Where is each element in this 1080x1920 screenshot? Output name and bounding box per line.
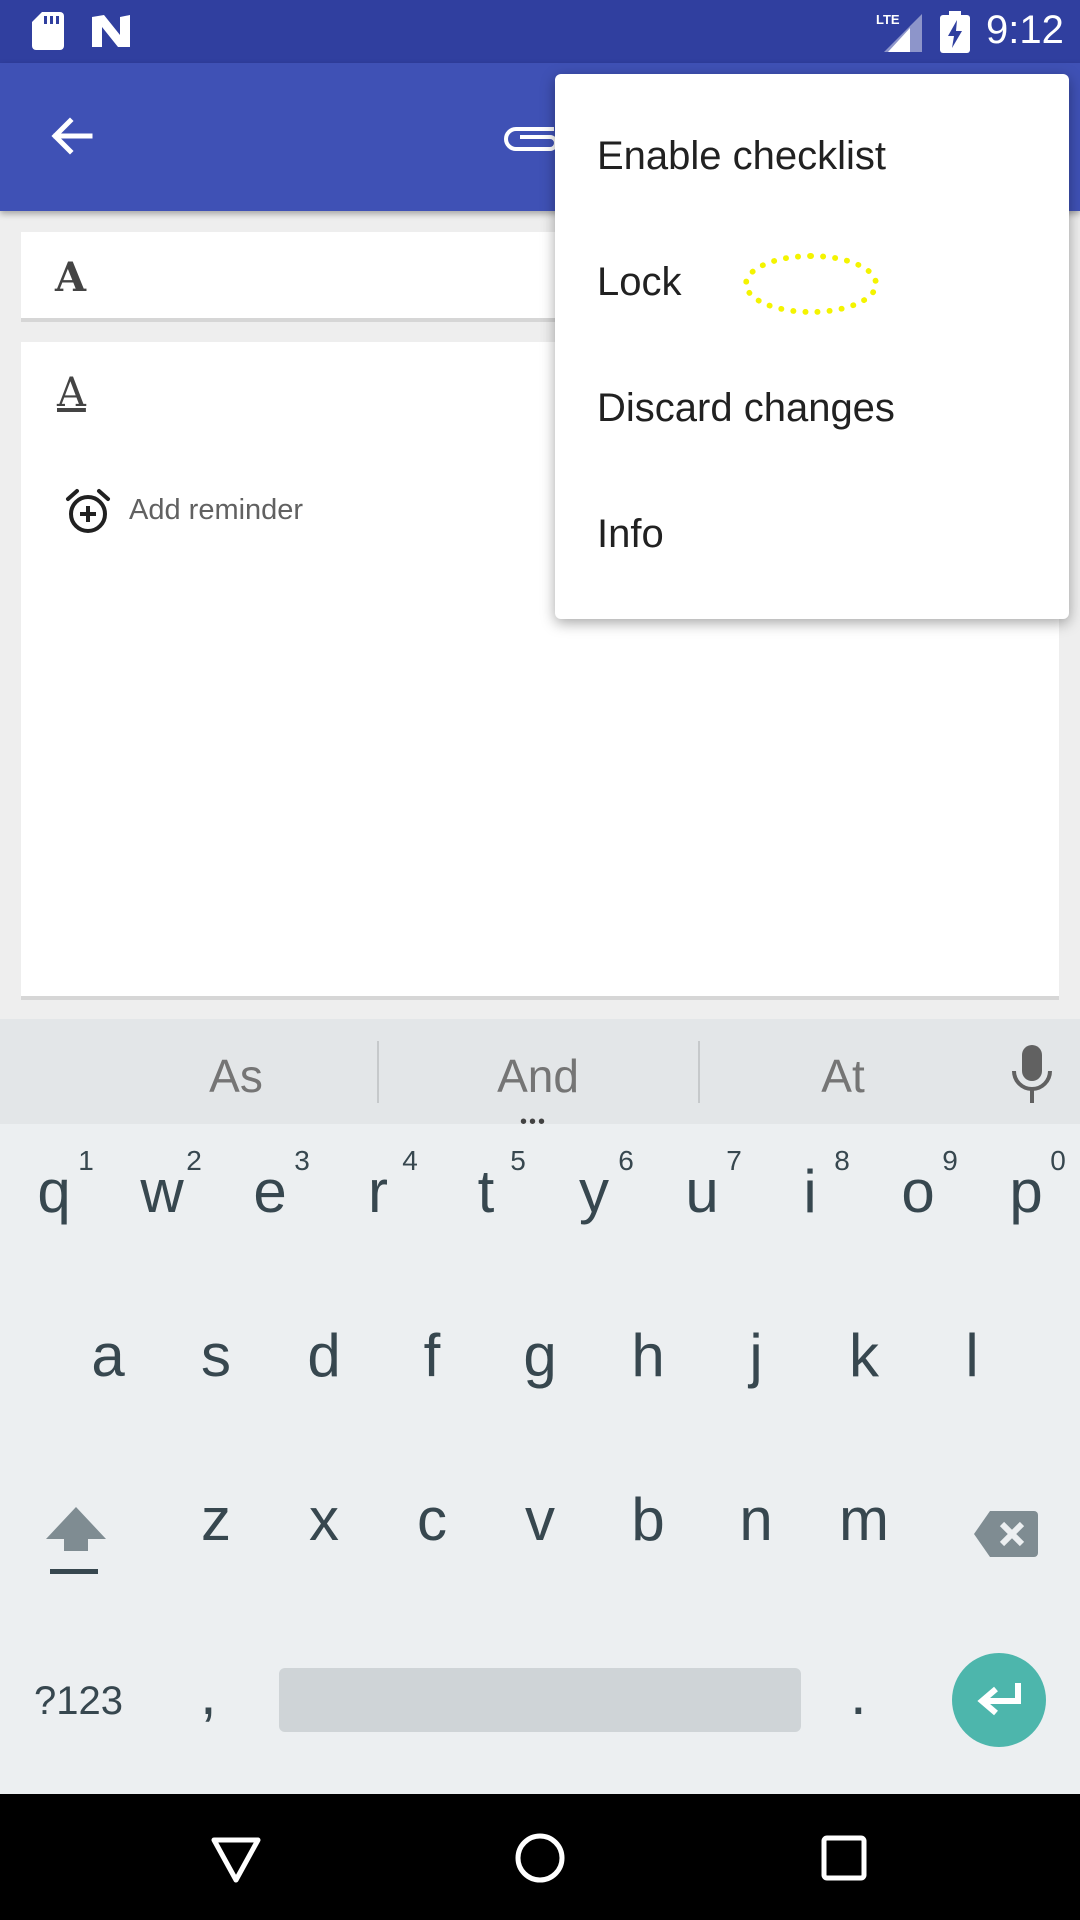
backspace-icon[interactable] [972, 1509, 1038, 1559]
menu-item-enable-checklist[interactable]: Enable checklist [597, 134, 886, 179]
suggestion-divider [377, 1041, 379, 1103]
suggestion-2[interactable]: And [438, 1049, 638, 1103]
key-hint-6: 6 [618, 1145, 634, 1176]
key-x[interactable]: x [270, 1485, 378, 1554]
key-g[interactable]: g [486, 1321, 594, 1390]
microphone-icon[interactable] [1010, 1045, 1054, 1103]
key-hint-1: 1 [78, 1145, 94, 1176]
add-reminder-label[interactable]: Add reminder [129, 494, 303, 527]
period-key[interactable]: . [850, 1659, 867, 1728]
key-v[interactable]: v [486, 1485, 594, 1554]
overflow-menu: Enable checklist Lock Discard changes In… [555, 74, 1069, 619]
key-hint-3: 3 [294, 1145, 310, 1176]
status-bar: LTE 9:12 [0, 0, 1080, 63]
n-logo-icon [92, 15, 130, 47]
key-s[interactable]: s [162, 1321, 270, 1390]
key-j[interactable]: j [702, 1321, 810, 1390]
suggestion-strip: As And At ••• [0, 1019, 1080, 1133]
suggestion-divider [698, 1041, 700, 1103]
enter-key[interactable] [952, 1653, 1046, 1747]
menu-item-lock[interactable]: Lock [597, 260, 682, 305]
key-hint-9: 9 [942, 1145, 958, 1176]
clock: 9:12 [986, 8, 1064, 52]
key-hint-7: 7 [726, 1145, 742, 1176]
key-a[interactable]: a [54, 1321, 162, 1390]
soft-keyboard: As And At ••• q1w2e3r4t5y6u7i8o9p0 asdfg… [0, 1019, 1080, 1794]
key-hint-5: 5 [510, 1145, 526, 1176]
symbols-key[interactable]: ?123 [34, 1679, 123, 1724]
enter-arrow-icon [977, 1683, 1021, 1716]
home-nav-icon[interactable] [512, 1830, 568, 1886]
navigation-bar [0, 1794, 1080, 1920]
key-k[interactable]: k [810, 1321, 918, 1390]
key-b[interactable]: b [594, 1485, 702, 1554]
highlight-marker [743, 253, 879, 315]
menu-item-discard-changes[interactable]: Discard changes [597, 386, 895, 431]
recents-nav-icon[interactable] [816, 1830, 872, 1886]
key-hint-8: 8 [834, 1145, 850, 1176]
space-bar[interactable] [279, 1668, 801, 1732]
battery-charging-icon [940, 11, 970, 53]
note-title[interactable]: A [55, 254, 86, 301]
svg-text:LTE: LTE [876, 12, 900, 27]
key-c[interactable]: c [378, 1485, 486, 1554]
suggestion-3[interactable]: At [743, 1049, 943, 1103]
key-h[interactable]: h [594, 1321, 702, 1390]
shift-icon[interactable] [40, 1499, 112, 1579]
note-content[interactable]: A [57, 370, 86, 416]
key-f[interactable]: f [378, 1321, 486, 1390]
attachment-icon[interactable] [500, 115, 560, 155]
key-hint-0: 0 [1050, 1145, 1066, 1176]
key-hint-2: 2 [186, 1145, 202, 1176]
key-m[interactable]: m [810, 1485, 918, 1554]
key-hint-4: 4 [402, 1145, 418, 1176]
key-d[interactable]: d [270, 1321, 378, 1390]
key-n[interactable]: n [702, 1485, 810, 1554]
add-alarm-icon[interactable] [64, 487, 112, 535]
back-nav-icon[interactable] [208, 1830, 264, 1886]
more-suggestions-icon[interactable]: ••• [520, 1111, 547, 1134]
menu-item-info[interactable]: Info [597, 512, 664, 557]
lte-signal-icon: LTE [876, 12, 922, 52]
back-arrow-icon[interactable] [46, 111, 96, 161]
sd-card-icon [32, 12, 64, 50]
comma-key[interactable]: , [200, 1659, 217, 1728]
suggestion-1[interactable]: As [136, 1049, 336, 1103]
key-l[interactable]: l [918, 1321, 1026, 1390]
key-z[interactable]: z [162, 1485, 270, 1554]
